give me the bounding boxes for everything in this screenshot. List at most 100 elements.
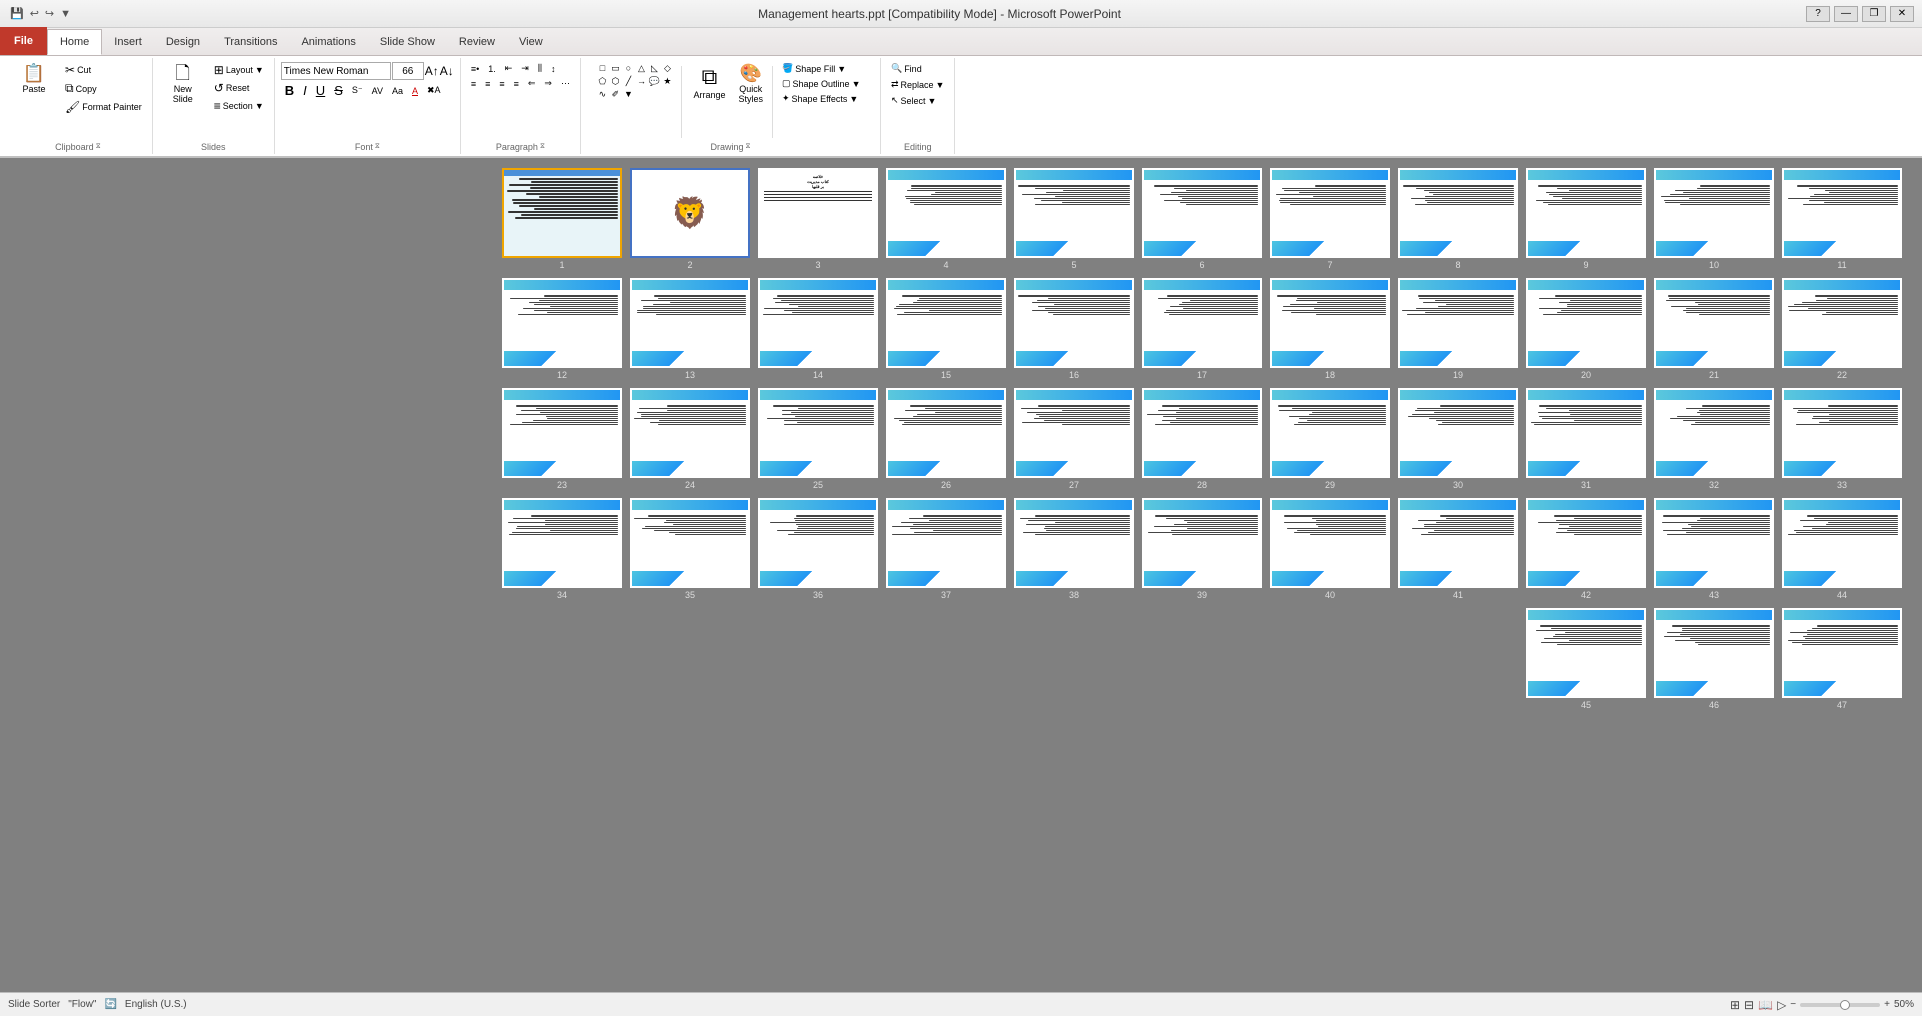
paste-button[interactable]: 📋 Paste [10, 62, 58, 96]
slide-thumb-25[interactable]: 25 [758, 388, 878, 490]
diamond-shape[interactable]: ◇ [661, 62, 673, 74]
col-button[interactable]: ⫼ [534, 62, 546, 75]
rounded-rect-shape[interactable]: ▭ [609, 62, 621, 74]
close-btn[interactable]: ✕ [1890, 6, 1914, 22]
change-case-button[interactable]: Aa [388, 85, 407, 97]
font-color-button[interactable]: A [408, 85, 422, 97]
slide-sorter-area[interactable]: 11 10 9 [0, 158, 1922, 992]
slide-thumb-5[interactable]: 5 [1014, 168, 1134, 270]
replace-button[interactable]: ⇄ Replace ▼ [887, 78, 949, 91]
char-spacing-button[interactable]: AV [368, 85, 387, 97]
increase-indent-button[interactable]: ⇥ [517, 62, 533, 75]
tab-file[interactable]: File [0, 27, 47, 55]
slide-thumb-6[interactable]: 6 [1142, 168, 1262, 270]
ltr-button[interactable]: ⇒ [540, 77, 556, 90]
underline-button[interactable]: U [312, 82, 329, 99]
slide-thumb-44[interactable]: 44 [1782, 498, 1902, 600]
slide-thumb-23[interactable]: 23 [502, 388, 622, 490]
tab-review[interactable]: Review [447, 29, 507, 55]
slide-thumb-7[interactable]: 7 [1270, 168, 1390, 270]
slide-thumb-34[interactable]: 34 [502, 498, 622, 600]
restore-btn[interactable]: ❐ [1862, 6, 1886, 22]
tab-animations[interactable]: Animations [289, 29, 367, 55]
slide-thumb-24[interactable]: 24 [630, 388, 750, 490]
slide-sorter-icon[interactable]: ⊟ [1744, 998, 1754, 1012]
tab-view[interactable]: View [507, 29, 555, 55]
slide-thumb-42[interactable]: 42 [1526, 498, 1646, 600]
slide-thumb-33[interactable]: 33 [1782, 388, 1902, 490]
slide-thumb-2[interactable]: 🦁 2 [630, 168, 750, 270]
select-button[interactable]: ↖ Select ▼ [887, 94, 940, 107]
layout-button[interactable]: ⊞ Layout ▼ [210, 62, 268, 78]
zoom-out-btn[interactable]: − [1790, 999, 1796, 1010]
slide-thumb-36[interactable]: 36 [758, 498, 878, 600]
find-button[interactable]: 🔍 Find [887, 62, 926, 75]
slide-thumb-40[interactable]: 40 [1270, 498, 1390, 600]
slide-thumb-12[interactable]: 12 [502, 278, 622, 380]
align-left-button[interactable]: ≡ [467, 78, 480, 90]
slide-thumb-38[interactable]: 38 [1014, 498, 1134, 600]
slide-thumb-35[interactable]: 35 [630, 498, 750, 600]
slide-thumb-41[interactable]: 41 [1398, 498, 1518, 600]
slide-thumb-26[interactable]: 26 [886, 388, 1006, 490]
slide-thumb-30[interactable]: 30 [1398, 388, 1518, 490]
slide-thumb-15[interactable]: 15 [886, 278, 1006, 380]
slide-thumb-16[interactable]: 16 [1014, 278, 1134, 380]
slide-thumb-27[interactable]: 27 [1014, 388, 1134, 490]
slide-thumb-29[interactable]: 29 [1270, 388, 1390, 490]
font-size-increase[interactable]: A↑ [425, 64, 439, 78]
slide-thumb-8[interactable]: 8 [1398, 168, 1518, 270]
right-triangle-shape[interactable]: ◺ [648, 62, 660, 74]
font-size-input[interactable] [392, 62, 424, 80]
line-shape[interactable]: ╱ [622, 75, 634, 87]
slide-thumb-1[interactable]: 1 [502, 168, 622, 270]
justify-button[interactable]: ≡ [510, 78, 523, 90]
slide-thumb-20[interactable]: 20 [1526, 278, 1646, 380]
redo-btn[interactable]: ↪ [43, 7, 56, 20]
new-slide-button[interactable]: 🗋 NewSlide [159, 62, 207, 106]
arrange-button[interactable]: ⧉ Arrange [687, 62, 731, 102]
callout-shape[interactable]: 💬 [648, 75, 660, 87]
zoom-slider[interactable] [1800, 1003, 1880, 1007]
slide-thumb-9[interactable]: 9 [1526, 168, 1646, 270]
convert-smartart-button[interactable]: ⋯ [557, 77, 574, 90]
tab-slideshow[interactable]: Slide Show [368, 29, 447, 55]
rect-shape[interactable]: □ [596, 62, 608, 74]
bullets-button[interactable]: ≡• [467, 63, 483, 75]
align-right-button[interactable]: ≡ [495, 78, 508, 90]
normal-view-icon[interactable]: ⊞ [1730, 998, 1740, 1012]
slide-thumb-46[interactable]: 46 [1654, 608, 1774, 710]
slide-thumb-14[interactable]: 14 [758, 278, 878, 380]
minimize-btn[interactable]: — [1834, 6, 1858, 22]
slide-thumb-22[interactable]: 22 [1782, 278, 1902, 380]
arrow-shape[interactable]: → [635, 75, 647, 87]
slide-thumb-10[interactable]: 10 [1654, 168, 1774, 270]
section-button[interactable]: ≡ Section ▼ [210, 98, 268, 114]
slide-thumb-39[interactable]: 39 [1142, 498, 1262, 600]
align-center-button[interactable]: ≡ [481, 78, 494, 90]
slide-thumb-19[interactable]: 19 [1398, 278, 1518, 380]
slide-thumb-21[interactable]: 21 [1654, 278, 1774, 380]
clipboard-expand-icon[interactable]: ⧖ [96, 143, 101, 151]
shape-outline-button[interactable]: ▢ Shape Outline ▼ [778, 77, 864, 90]
pentagon-shape[interactable]: ⬠ [596, 75, 608, 87]
slide-thumb-18[interactable]: 18 [1270, 278, 1390, 380]
curve-shape[interactable]: ∿ [596, 88, 608, 100]
drawing-expand-icon[interactable]: ⧖ [746, 143, 751, 151]
zoom-level[interactable]: 50% [1894, 999, 1914, 1010]
hex-shape[interactable]: ⬡ [609, 75, 621, 87]
slide-thumb-45[interactable]: 45 [1526, 608, 1646, 710]
save-btn[interactable]: 💾 [8, 7, 26, 20]
slide-thumb-3[interactable]: خلاصهکتاب مدیریتبر قلبها 3 [758, 168, 878, 270]
copy-button[interactable]: ⧉ Copy [61, 80, 146, 97]
slide-thumb-37[interactable]: 37 [886, 498, 1006, 600]
triangle-shape[interactable]: △ [635, 62, 647, 74]
customize-btn[interactable]: ▼ [58, 8, 73, 20]
decrease-indent-button[interactable]: ⇤ [501, 62, 517, 75]
italic-button[interactable]: I [299, 82, 311, 99]
cut-button[interactable]: ✂ Cut [61, 62, 146, 78]
numbering-button[interactable]: 1. [484, 63, 500, 75]
slide-thumb-17[interactable]: 17 [1142, 278, 1262, 380]
format-painter-button[interactable]: 🖌 Format Painter [61, 99, 146, 115]
shadow-button[interactable]: S⁻ [348, 84, 367, 97]
